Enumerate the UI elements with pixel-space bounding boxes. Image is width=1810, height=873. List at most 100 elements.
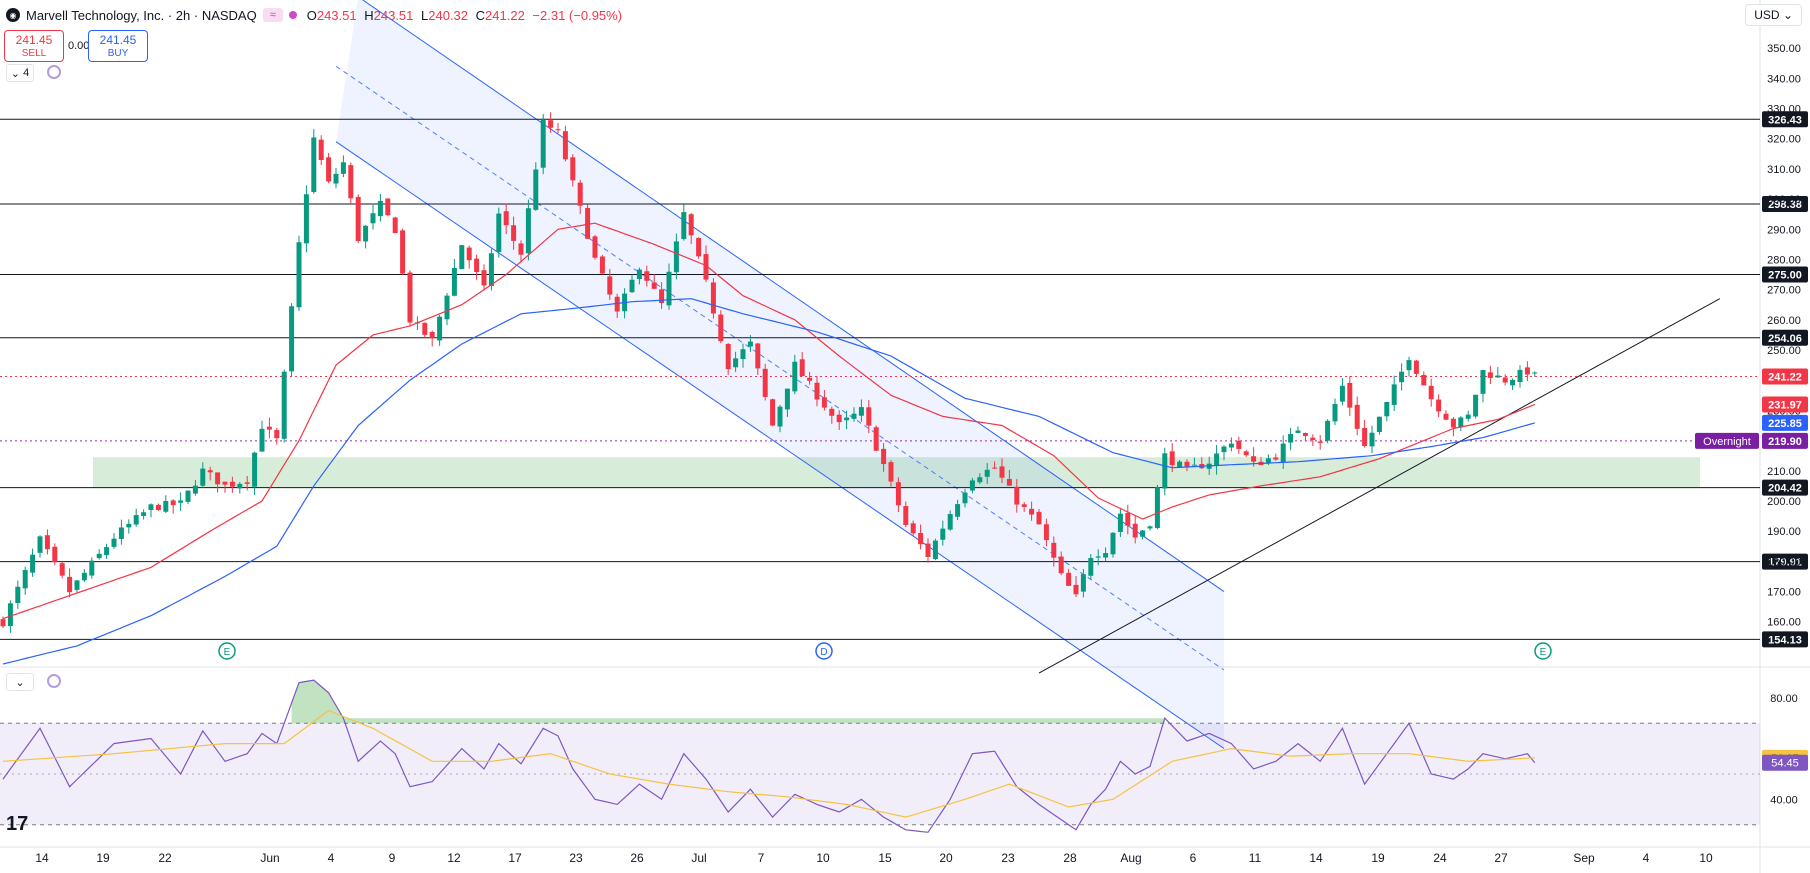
- candle: [1310, 437, 1316, 440]
- candle: [266, 426, 272, 430]
- price-tick-label: 280.00: [1767, 254, 1801, 266]
- candle: [1443, 413, 1449, 420]
- candle: [52, 546, 58, 563]
- extended-hours-icon[interactable]: ≈: [262, 8, 283, 22]
- candle: [37, 536, 43, 553]
- candle: [192, 485, 198, 494]
- candle: [81, 572, 87, 581]
- candle: [511, 225, 517, 241]
- candle: [1221, 446, 1227, 453]
- candle: [1495, 375, 1501, 378]
- rsi-tick-label: 40.00: [1770, 794, 1798, 806]
- candle: [866, 407, 872, 426]
- candle: [999, 466, 1005, 478]
- price-tick-label: 200.00: [1767, 496, 1801, 508]
- candle: [1295, 430, 1301, 433]
- candle: [1191, 464, 1197, 466]
- candle: [126, 523, 132, 528]
- candle: [363, 225, 369, 242]
- market-status-icon[interactable]: [288, 11, 297, 19]
- candle: [451, 267, 457, 296]
- candle: [562, 131, 568, 160]
- candle: [1458, 417, 1464, 428]
- candle: [207, 470, 213, 473]
- chart-title[interactable]: Marvell Technology, Inc. · 2h · NASDAQ: [26, 8, 257, 23]
- candle: [710, 282, 716, 314]
- candle: [1021, 504, 1027, 507]
- rsi-overbought-fill: [291, 680, 1165, 724]
- candle: [7, 603, 13, 627]
- time-axis-label: 15: [878, 851, 892, 865]
- event-marker-label: E: [224, 647, 231, 658]
- buy-price: 241.45: [99, 33, 137, 47]
- rsi-refresh-icon[interactable]: [47, 674, 61, 688]
- candle: [540, 119, 546, 168]
- candle: [133, 515, 139, 525]
- candle: [1384, 401, 1390, 417]
- candle: [636, 269, 642, 280]
- candle: [1480, 370, 1486, 394]
- candle: [725, 343, 731, 370]
- candle: [444, 295, 450, 320]
- candle: [163, 500, 169, 512]
- candle: [118, 527, 124, 539]
- candle: [400, 230, 406, 274]
- time-axis-label: 11: [1249, 851, 1262, 865]
- candle: [821, 397, 827, 408]
- candle: [518, 243, 524, 255]
- candle: [740, 349, 746, 360]
- candle: [1325, 420, 1331, 441]
- buy-label: BUY: [107, 48, 129, 59]
- candle: [644, 271, 650, 281]
- candle: [141, 512, 147, 516]
- time-axis-label: 24: [1433, 851, 1447, 865]
- buy-button[interactable]: 241.45 BUY: [88, 30, 148, 62]
- time-axis-label: 23: [1001, 851, 1015, 865]
- candle: [814, 382, 820, 400]
- refresh-icon[interactable]: [47, 65, 61, 79]
- candle: [784, 388, 790, 410]
- price-tick-label: 210.00: [1767, 466, 1801, 478]
- candle: [1280, 443, 1286, 463]
- candle: [377, 200, 383, 217]
- candle: [59, 563, 65, 576]
- candle: [1228, 443, 1234, 448]
- candle: [673, 241, 679, 273]
- last-price-label: 241.22: [1768, 372, 1802, 384]
- indicators-toggle-button[interactable]: ⌄ 4: [6, 64, 34, 82]
- time-axis-label: 17: [508, 851, 522, 865]
- tradingview-logo-icon[interactable]: 17: [6, 813, 28, 836]
- chart-canvas[interactable]: 326.43298.38275.00254.06204.42179.91154.…: [0, 0, 1810, 873]
- candle: [1317, 441, 1323, 443]
- candle: [984, 469, 990, 477]
- candle: [696, 237, 702, 257]
- candle: [607, 276, 613, 295]
- currency-button[interactable]: USD ⌄: [1745, 4, 1802, 26]
- candle: [873, 427, 879, 451]
- ma_fast-price-label: 231.97: [1768, 399, 1802, 411]
- ma_slow-price-label: 225.85: [1768, 418, 1802, 430]
- channel-fill: [336, 0, 1224, 749]
- candle: [215, 472, 221, 485]
- candle: [1362, 427, 1368, 447]
- candle: [1117, 513, 1123, 532]
- indicator-count: 4: [23, 67, 30, 79]
- level-label: 326.43: [1768, 114, 1802, 126]
- candle: [1006, 478, 1012, 486]
- time-axis-label: 27: [1494, 851, 1508, 865]
- candle: [222, 481, 228, 485]
- candle: [807, 377, 813, 381]
- level-label: 254.06: [1768, 333, 1802, 345]
- candle: [1066, 572, 1072, 586]
- rsi-toggle-button[interactable]: ⌄: [6, 673, 34, 691]
- sell-button[interactable]: 241.45 SELL: [4, 30, 64, 62]
- candle: [1043, 524, 1049, 541]
- time-axis-label: 23: [569, 851, 583, 865]
- candle: [348, 165, 354, 199]
- candle: [1339, 385, 1345, 402]
- candle: [755, 343, 761, 369]
- candle: [281, 371, 287, 439]
- candle: [918, 533, 924, 545]
- rsi-tick-label: 80.00: [1770, 693, 1798, 705]
- candle: [1080, 574, 1086, 592]
